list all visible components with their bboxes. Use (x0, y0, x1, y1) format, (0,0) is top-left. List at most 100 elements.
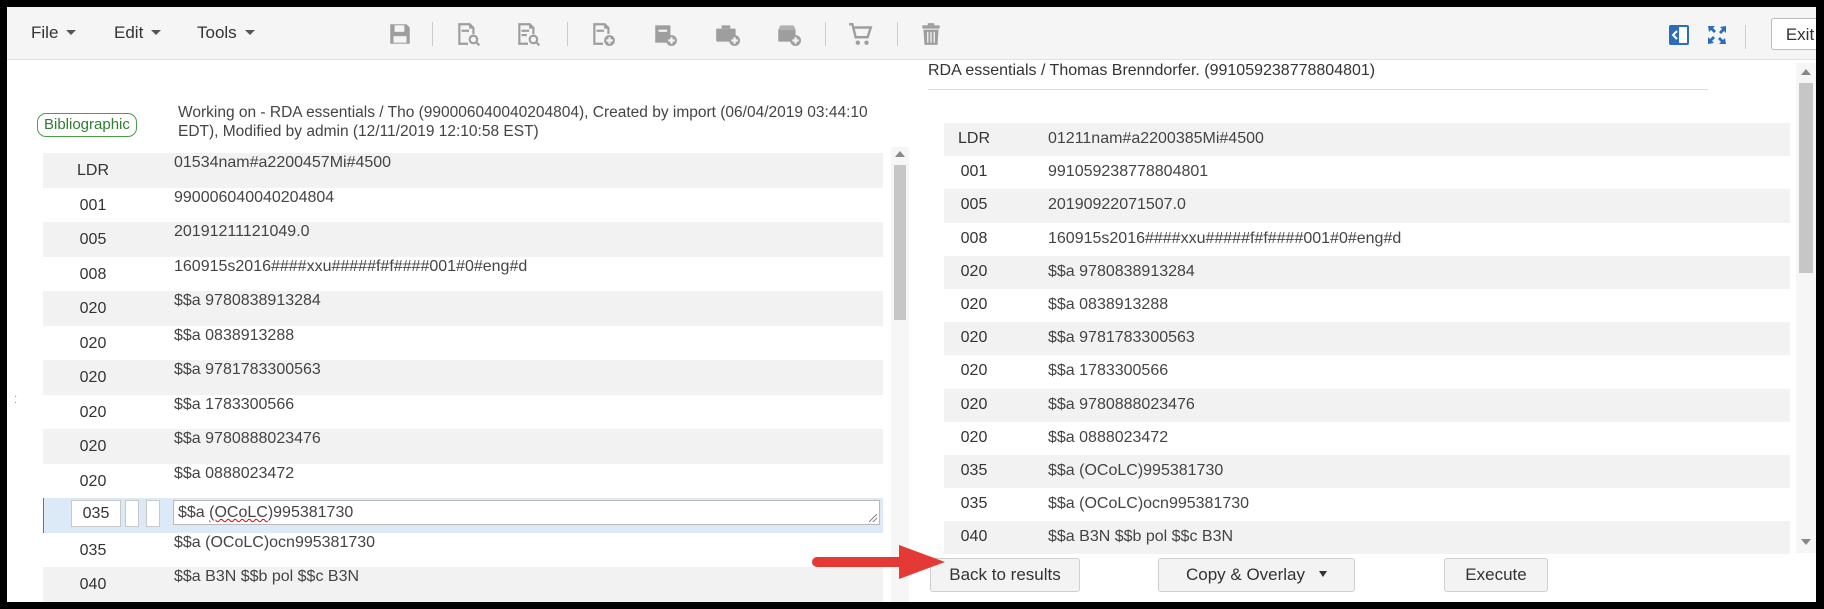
marc-row: 035 $$a (OCoLC)ocn995381730 (944, 488, 1790, 521)
marc-row[interactable]: 040 $$a B3N $$b pol $$c B3N (43, 567, 883, 602)
marc-value: $$a B3N $$b pol $$c B3N (1048, 528, 1234, 546)
marc-row[interactable]: LDR 01534nam#a2200457Mi#4500 (43, 153, 883, 188)
compare-record-list: LDR 01211nam#a2200385Mi#4500 001 991059238… (944, 123, 1790, 557)
marc-row[interactable]: 035 $$a (OCoLC)ocn995381730 (43, 533, 883, 568)
marc-value: $$a 9780838913284 (174, 292, 321, 309)
marc-tag: 001 (960, 163, 988, 181)
marc-tag: 020 (960, 262, 988, 280)
record-search-icon[interactable] (455, 21, 481, 47)
marc-value: $$a 9781783300563 (174, 361, 321, 378)
file-menu-label: File (31, 23, 59, 42)
marc-tag: 035 (79, 541, 107, 559)
marc-value: $$a 0838913288 (1048, 295, 1169, 313)
left-scrollbar[interactable] (891, 147, 909, 602)
toolbar-divider (432, 22, 433, 46)
edit-menu[interactable]: Edit (114, 23, 162, 43)
marc-value: $$a 1783300566 (174, 395, 295, 413)
marc-value: $$a (OCoLC)ocn995381730 (174, 533, 376, 551)
marc-row[interactable]: 020 $$a 0888023472 (43, 464, 883, 499)
marc-row: 001 991059238778804801 (944, 156, 1790, 189)
record-find-icon[interactable] (515, 21, 541, 47)
right-scrollbar[interactable] (1796, 63, 1816, 553)
marc-value: $$a B3N $$b pol $$c B3N (174, 568, 360, 585)
trash-icon[interactable] (918, 21, 944, 47)
marc-value: 160915s2016####xxu#####f#f####001#0#eng#… (174, 257, 528, 275)
add-inventory-icon[interactable] (775, 21, 801, 47)
marc-row[interactable]: 020 $$a 1783300566 (43, 395, 883, 430)
pane-divider-handle[interactable]: ⁚ (14, 395, 18, 406)
marc-tag: 020 (960, 362, 988, 380)
marc-tag: 005 (960, 196, 988, 214)
marc-tag: LDR (957, 130, 990, 147)
marc-value: 990006040040204804 (174, 188, 335, 206)
marc-value: $$a 0838913288 (174, 326, 295, 344)
marc-tag: 005 (79, 231, 107, 248)
marc-row[interactable]: 020 $$a 9780838913284 (43, 291, 883, 326)
scroll-up-icon[interactable] (1801, 69, 1811, 75)
marc-value: $$a 0888023472 (174, 464, 295, 482)
marc-row: 020 $$a 9780888023476 (944, 388, 1790, 422)
marc-row[interactable]: 020 $$a 9780888023476 (43, 429, 883, 464)
marc-row[interactable]: 005 20191211121049.0 (43, 222, 883, 257)
annotation-arrow-icon (812, 545, 945, 579)
marc-tag: 020 (79, 300, 107, 317)
chevron-down-icon (66, 30, 77, 35)
spellcheck-word: (OCoLC (209, 504, 268, 521)
bibliographic-badge: Bibliographic (37, 113, 137, 137)
marc-value: $$a (OCoLC)ocn995381730 (1048, 495, 1250, 513)
marc-row-selected[interactable]: 035 $$a (OCoLC)995381730 (43, 498, 883, 533)
marc-row: 008 160915s2016####xxu#####f#f####001#0#e… (944, 223, 1790, 256)
tools-menu[interactable]: Tools (197, 23, 255, 43)
marc-tag: 035 (960, 495, 988, 513)
marc-value: 991059238778804801 (1048, 163, 1209, 181)
resize-grip-icon[interactable] (869, 514, 877, 522)
chevron-down-icon (244, 30, 255, 35)
copy-overlay-select[interactable]: Copy & Overlay (1158, 558, 1355, 592)
marc-value: 20190922071507.0 (1048, 196, 1186, 214)
app-frame: File Edit Tools Exit Bibliographic Worki… (7, 7, 1816, 602)
copy-overlay-label: Copy & Overlay (1185, 565, 1306, 584)
marc-tag: 040 (79, 576, 107, 593)
add-item-icon[interactable] (714, 21, 740, 47)
expand-icon[interactable] (1706, 24, 1728, 46)
marc-value: 01534nam#a2200457Mi#4500 (174, 154, 392, 171)
add-record-icon[interactable] (590, 21, 616, 47)
cart-icon[interactable] (847, 21, 873, 47)
edit-menu-label: Edit (114, 23, 144, 42)
marc-row[interactable]: 020 $$a 9781783300563 (43, 360, 883, 395)
execute-button[interactable]: Execute (1444, 558, 1548, 592)
working-on-text: Working on - RDA essentials / Tho (99000… (178, 104, 868, 140)
marc-row: 040 $$a B3N $$b pol $$c B3N (944, 521, 1790, 555)
save-icon[interactable] (387, 21, 413, 47)
marc-row: 020 $$a 1783300566 (944, 355, 1790, 388)
tools-menu-label: Tools (197, 23, 237, 42)
add-holdings-icon[interactable] (652, 21, 678, 47)
marc-value: $$a 9780838913284 (1048, 262, 1195, 280)
scrollbar-thumb[interactable] (894, 165, 906, 320)
scroll-down-icon[interactable] (1801, 539, 1811, 545)
marc-tag: 001 (79, 196, 107, 214)
value-suffix: )995381730 (267, 504, 354, 521)
marc-tag: 020 (79, 403, 107, 421)
marc-row[interactable]: 020 $$a 0838913288 (43, 326, 883, 361)
marc-value: $$a 9780888023476 (174, 430, 321, 447)
marc-tag: 035 (960, 461, 988, 479)
marc-row[interactable]: 001 990006040040204804 (43, 188, 883, 223)
marc-row: 005 20190922071507.0 (944, 189, 1790, 223)
scroll-up-icon[interactable] (895, 151, 905, 157)
split-view-icon[interactable] (1668, 24, 1690, 46)
marc-tag: 020 (960, 329, 988, 347)
indicator-2-input[interactable] (146, 500, 160, 527)
toolbar-divider (897, 22, 898, 46)
marc-tag-input[interactable]: 035 (71, 500, 121, 527)
toolbar-divider (1745, 25, 1746, 49)
marc-row[interactable]: 008 160915s2016####xxu#####f#f####001#0#e… (43, 257, 883, 292)
file-menu[interactable]: File (31, 23, 77, 43)
scrollbar-thumb[interactable] (1799, 83, 1813, 273)
chevron-down-icon (1319, 571, 1328, 577)
marc-value: 160915s2016####xxu#####f#f####001#0#eng#… (1048, 229, 1402, 247)
marc-row: 035 $$a (OCoLC)995381730 (944, 454, 1790, 489)
exit-button[interactable]: Exit (1771, 18, 1816, 50)
indicator-1-input[interactable] (125, 500, 139, 527)
marc-value-input[interactable]: $$a (OCoLC)995381730 (173, 500, 880, 525)
